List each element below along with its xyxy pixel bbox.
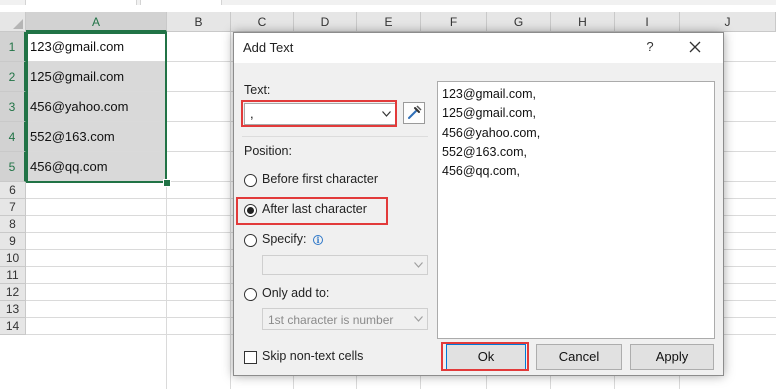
row-header-6[interactable]: 6 (0, 182, 26, 199)
help-button[interactable]: ? (639, 36, 661, 58)
preview-line: 125@gmail.com, (442, 106, 536, 121)
skip-non-text-checkbox[interactable] (244, 351, 257, 364)
row-header-5[interactable]: 5 (0, 152, 26, 182)
radio-before-first-character[interactable] (244, 174, 257, 187)
column-header-a[interactable]: A (26, 12, 167, 32)
text-combo-value: , (250, 106, 254, 121)
info-icon: i (313, 235, 323, 245)
row-header-4[interactable]: 4 (0, 122, 26, 152)
row-header-8[interactable]: 8 (0, 216, 26, 233)
preview-line: 456@qq.com, (442, 164, 521, 179)
sheet-tab-piece (25, 0, 137, 5)
chevron-down-icon (414, 262, 423, 268)
radio-after-last-character[interactable] (244, 204, 257, 217)
column-header-b[interactable]: B (167, 12, 231, 32)
add-text-dialog: Add Text ? Text: , Position: Before firs… (233, 32, 724, 376)
row-header-9[interactable]: 9 (0, 233, 26, 250)
cell-a1[interactable]: 123@gmail.com (27, 32, 166, 61)
radio-only-add-to[interactable] (244, 288, 257, 301)
divider (242, 136, 428, 137)
chevron-down-icon (414, 316, 423, 322)
column-header-h[interactable]: H (551, 12, 615, 32)
cell-a5[interactable]: 456@qq.com (27, 152, 166, 181)
text-label: Text: (244, 83, 271, 97)
option-only-add-label: Only add to: (262, 286, 330, 300)
sheet-tab-piece (140, 0, 222, 5)
column-header-c[interactable]: C (231, 12, 294, 32)
cell-a3[interactable]: 456@yahoo.com (27, 92, 166, 121)
apply-button[interactable]: Apply (630, 344, 714, 370)
gridline (230, 32, 231, 389)
position-label: Position: (244, 144, 292, 158)
preview-line: 456@yahoo.com, (442, 125, 541, 140)
option-specify-label: Specify: (262, 232, 307, 246)
row-header-13[interactable]: 13 (0, 301, 26, 318)
radio-specify[interactable] (244, 234, 257, 247)
preview-line: 552@163.com, (442, 144, 527, 159)
cell-a4[interactable]: 552@163.com (27, 122, 166, 151)
row-header-11[interactable]: 11 (0, 267, 26, 284)
option-before-label: Before first character (262, 172, 379, 186)
cancel-button[interactable]: Cancel (536, 344, 622, 370)
gridline (166, 32, 167, 389)
row-header-1[interactable]: 1 (0, 32, 26, 62)
column-header-f[interactable]: F (421, 12, 487, 32)
chevron-down-icon (382, 111, 391, 117)
preview-line: 123@gmail.com, (442, 87, 536, 101)
row-header-14[interactable]: 14 (0, 318, 26, 335)
text-combo[interactable]: , (244, 103, 396, 125)
cell-a2[interactable]: 125@gmail.com (27, 62, 166, 91)
column-header-d[interactable]: D (294, 12, 357, 32)
preview-box: 123@gmail.com, 125@gmail.com, 456@yahoo.co… (437, 81, 715, 339)
ribbon-strip (0, 0, 776, 5)
column-header-g[interactable]: G (487, 12, 551, 32)
select-all-corner[interactable] (0, 12, 26, 32)
row-header-3[interactable]: 3 (0, 92, 26, 122)
only-add-combo-value: 1st character is number (268, 313, 394, 327)
row-header-12[interactable]: 12 (0, 284, 26, 301)
dialog-title: Add Text (243, 40, 294, 55)
title-bar: Add Text ? (234, 33, 723, 63)
skip-non-text-label: Skip non-text cells (262, 349, 364, 363)
option-after-label: After last character (262, 202, 367, 216)
row-header-7[interactable]: 7 (0, 199, 26, 216)
ok-button[interactable]: Ok (446, 344, 526, 370)
only-add-combo[interactable]: 1st character is number (262, 308, 428, 330)
fill-handle[interactable] (163, 179, 171, 187)
row-header-2[interactable]: 2 (0, 62, 26, 92)
column-header-e[interactable]: E (357, 12, 421, 32)
close-icon[interactable] (684, 36, 706, 58)
specify-combo[interactable] (262, 255, 428, 275)
column-header-j[interactable]: J (680, 12, 776, 32)
eyedropper-icon[interactable] (403, 102, 425, 124)
column-header-i[interactable]: I (615, 12, 680, 32)
row-header-10[interactable]: 10 (0, 250, 26, 267)
